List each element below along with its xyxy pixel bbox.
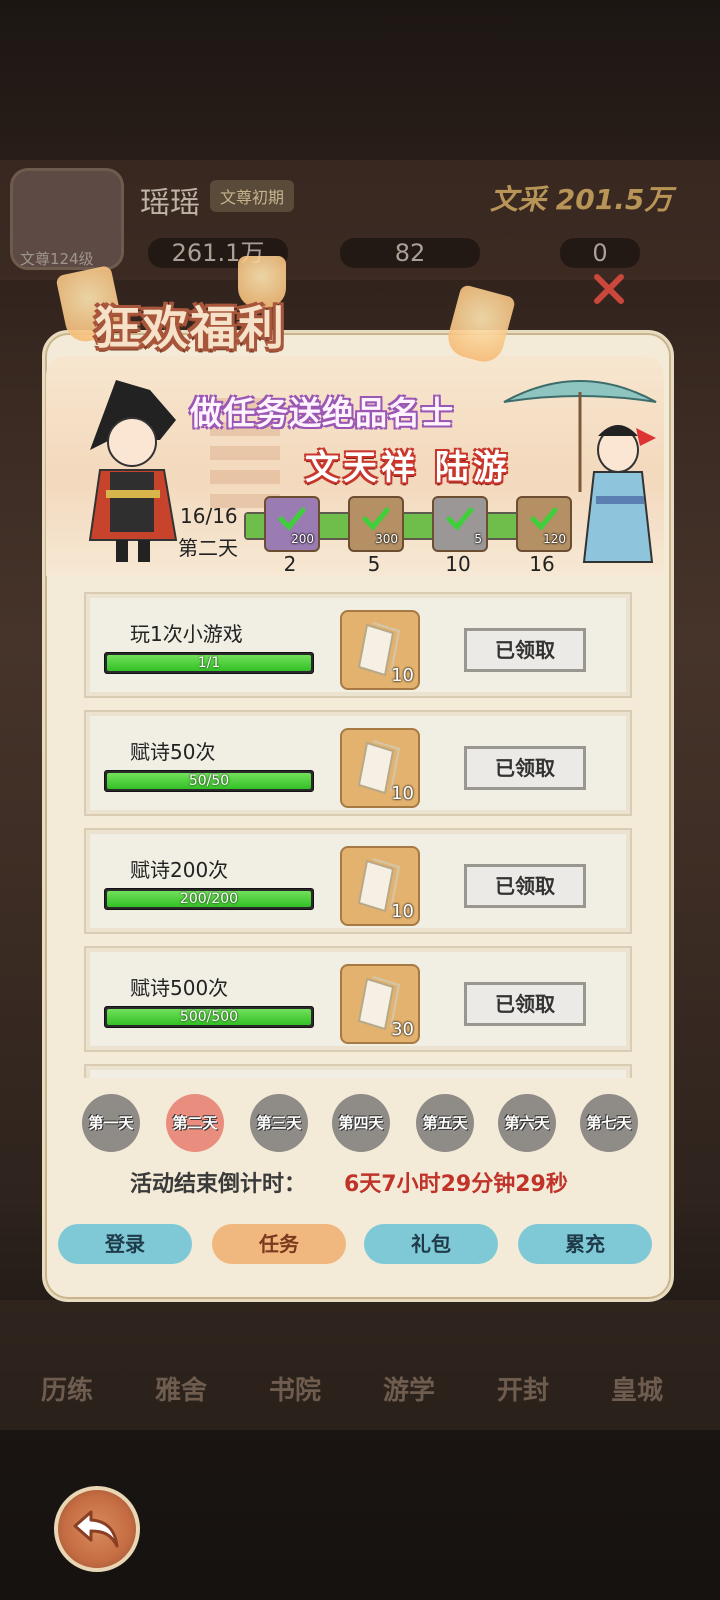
nav-academy: 书院 [268, 1376, 321, 1406]
milestone-step: 5 [367, 552, 381, 576]
milestone-chest-2[interactable]: 300 [348, 496, 404, 552]
task-row: 玩1次小游戏 1/1 10 已领取 [84, 592, 632, 698]
bottom-nav [0, 1300, 720, 1430]
nav-travel: 游学 [382, 1376, 435, 1406]
check-icon [446, 507, 474, 531]
nav-house: 雅舍 [154, 1376, 207, 1406]
task-row: 赋诗500次 500/500 30 已领取 [84, 946, 632, 1052]
task-progress-text: 200/200 [179, 891, 239, 907]
day-tab-1[interactable]: 第一天 [82, 1094, 140, 1152]
reward-count: 10 [391, 901, 414, 922]
reward-count: 10 [391, 665, 414, 686]
task-progress-text: 50/50 [188, 773, 230, 789]
level-label: 文尊124级 [20, 250, 94, 268]
countdown-label: 活动结束倒计时： [130, 1172, 307, 1197]
day-tab-4[interactable]: 第四天 [332, 1094, 390, 1152]
tab-login[interactable]: 登录 [58, 1224, 192, 1264]
task-progress-bar: 500/500 [104, 1006, 314, 1028]
tab-recharge[interactable]: 累充 [518, 1224, 652, 1264]
milestone-chest-4[interactable]: 120 [516, 496, 572, 552]
reward-count: 30 [391, 1019, 414, 1040]
milestone-step: 2 [283, 552, 297, 576]
nav-training: 历练 [40, 1376, 93, 1406]
day-tab-2[interactable]: 第二天 [166, 1094, 224, 1152]
milestone-reward: 120 [543, 532, 566, 546]
modal-title: 狂欢福利 [94, 301, 286, 355]
current-day-label: 第二天 [178, 536, 238, 560]
task-progress-text: 500/500 [179, 1009, 239, 1025]
nav-palace: 皇城 [610, 1376, 663, 1406]
task-progress-bar: 1/1 [104, 652, 314, 674]
task-row: 赋诗200次 200/200 10 已领取 [84, 828, 632, 934]
reward-count: 10 [391, 783, 414, 804]
task-list[interactable]: 玩1次小游戏 1/1 10 已领取 赋诗50次 50/50 10 已领取 赋诗2… [84, 588, 632, 1078]
check-icon [530, 507, 558, 531]
resource-tickets: 0 [560, 238, 640, 268]
reward-item[interactable]: 10 [340, 846, 420, 926]
day-tab-6[interactable]: 第六天 [498, 1094, 556, 1152]
power-value: 文采 201.5万 [490, 183, 673, 216]
reward-item[interactable]: 10 [340, 728, 420, 808]
milestone-reward: 200 [291, 532, 314, 546]
task-row: 赋诗50次 50/50 10 已领取 [84, 710, 632, 816]
claimed-button[interactable]: 已领取 [464, 746, 586, 790]
close-icon[interactable] [592, 272, 626, 306]
tab-gift-pack[interactable]: 礼包 [364, 1224, 498, 1264]
milestone-reward: 5 [474, 532, 482, 546]
claimed-button[interactable]: 已领取 [464, 982, 586, 1026]
task-progress-text: 1/1 [197, 655, 221, 671]
back-arrow-icon [73, 1510, 119, 1548]
countdown-value: 6天7小时29分钟29秒 [344, 1172, 568, 1197]
day-tab-7[interactable]: 第七天 [580, 1094, 638, 1152]
day-tab-3[interactable]: 第三天 [250, 1094, 308, 1152]
claimed-button[interactable]: 已领取 [464, 628, 586, 672]
progress-count: 16/16 [180, 504, 238, 528]
nav-kaifeng: 开封 [496, 1376, 549, 1406]
rank-badge: 文尊初期 [210, 180, 295, 212]
task-progress-bar: 50/50 [104, 770, 314, 792]
tab-tasks[interactable]: 任务 [212, 1224, 346, 1264]
task-label: 玩1次小游戏 [130, 622, 243, 646]
milestone-step: 16 [529, 552, 555, 576]
task-label: 赋诗200次 [130, 858, 229, 882]
task-progress-bar: 200/200 [104, 888, 314, 910]
hero-names: 文天祥 陆游 [305, 448, 511, 488]
check-icon [278, 507, 306, 531]
task-label: 赋诗50次 [130, 740, 216, 764]
task-row-partial [84, 1064, 632, 1078]
reward-item[interactable]: 10 [340, 610, 420, 690]
task-label: 赋诗500次 [130, 976, 229, 1000]
claimed-button[interactable]: 已领取 [464, 864, 586, 908]
day-tab-5[interactable]: 第五天 [416, 1094, 474, 1152]
resource-ingots: 82 [340, 238, 480, 268]
check-icon [362, 507, 390, 531]
milestone-chest-3[interactable]: 5 [432, 496, 488, 552]
character-left [88, 380, 178, 562]
milestone-reward: 300 [375, 532, 398, 546]
milestone-chest-1[interactable]: 200 [264, 496, 320, 552]
milestone-step: 10 [445, 552, 471, 576]
event-subtitle: 做任务送绝品名士 [190, 394, 455, 432]
back-button[interactable] [54, 1486, 140, 1572]
reward-item[interactable]: 30 [340, 964, 420, 1044]
player-name: 瑶瑶 [140, 186, 200, 221]
